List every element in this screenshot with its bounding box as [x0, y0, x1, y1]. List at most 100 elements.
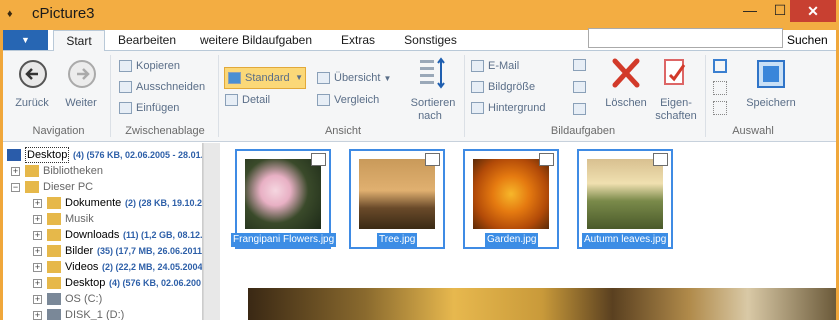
folder-icon	[47, 261, 61, 273]
tree-item-label: Dokumente	[65, 197, 122, 209]
tab-start[interactable]: Start	[53, 30, 105, 51]
folder-icon	[7, 149, 21, 161]
tree-item[interactable]: + Bilder (35) (17,7 MB, 26.06.2011	[3, 243, 202, 259]
select-all-icon[interactable]	[713, 59, 727, 73]
tab-extras[interactable]: Extras	[333, 30, 383, 51]
properties-icon	[664, 59, 686, 85]
folder-icon	[47, 197, 61, 209]
save-icon	[757, 60, 785, 88]
close-button[interactable]: ✕	[790, 0, 836, 22]
thumbnail[interactable]: Autumn leaves.jpg	[577, 149, 673, 249]
search-input[interactable]	[588, 28, 783, 48]
minimize-button[interactable]: —	[735, 0, 765, 22]
folder-icon	[47, 229, 61, 241]
tree-item[interactable]: + Downloads (11) (1,2 GB, 08.12.	[3, 227, 202, 243]
cut-button[interactable]: Ausschneiden	[119, 78, 205, 96]
folder-icon	[47, 245, 61, 257]
tree-item[interactable]: + Musik	[3, 211, 202, 227]
forward-button[interactable]: Weiter	[58, 55, 104, 121]
copy-label: Kopieren	[136, 60, 181, 72]
folder-icon	[47, 309, 61, 320]
print-icon[interactable]	[573, 59, 586, 71]
search-button[interactable]: Suchen	[787, 30, 828, 50]
tree-item[interactable]: + Videos (2) (22,2 MB, 24.05.2004	[3, 259, 203, 275]
tree-item-info: (2) (22,2 MB, 24.05.2004	[102, 262, 203, 272]
folder-tree[interactable]: Desktop (4) (576 KB, 02.06.2005 - 28.01. +…	[3, 143, 203, 320]
copy-icon	[119, 60, 132, 73]
tree-expander[interactable]: +	[33, 247, 42, 256]
tree-expander[interactable]: +	[33, 295, 42, 304]
email-button[interactable]: E-Mail	[471, 57, 519, 75]
image-size-button[interactable]: Bildgröße	[471, 78, 535, 96]
tree-expander[interactable]: −	[11, 183, 20, 192]
move-icon[interactable]	[573, 103, 586, 115]
forward-arrow-icon	[68, 60, 96, 88]
app-menu-icon[interactable]: ♦	[7, 8, 13, 20]
select-checkbox[interactable]	[425, 153, 440, 166]
sort-button[interactable]: Sortieren nach	[405, 55, 461, 122]
sort-label: Sortieren	[410, 97, 456, 109]
folder-icon	[47, 277, 61, 289]
overview-button[interactable]: Übersicht ▼	[317, 69, 391, 87]
tree-item-info: (4) (576 KB, 02.06.2005 - 28.01.	[73, 150, 203, 160]
tree-expander[interactable]: +	[33, 263, 42, 272]
tree-expander[interactable]: +	[33, 279, 42, 288]
chevron-down-icon: ▼	[295, 73, 303, 82]
select-checkbox[interactable]	[653, 153, 668, 166]
tree-item[interactable]: + Desktop (4) (576 KB, 02.06.200	[3, 275, 202, 291]
back-button[interactable]: Zurück	[9, 55, 55, 121]
file-menu-button[interactable]: ▼	[3, 30, 48, 50]
tree-item[interactable]: − Dieser PC	[3, 179, 202, 195]
background-button[interactable]: Hintergrund	[471, 99, 545, 117]
separator	[464, 55, 465, 137]
standard-view-button[interactable]: Standard ▼	[224, 67, 306, 89]
detail-view-button[interactable]: Detail	[225, 91, 270, 109]
tab-weitere-bildaufgaben[interactable]: weitere Bildaufgaben	[191, 30, 321, 51]
tree-item[interactable]: + Dokumente (2) (28 KB, 19.10.2	[3, 195, 202, 211]
tree-item-info: (4) (576 KB, 02.06.200	[109, 278, 202, 288]
delete-x-icon	[612, 58, 640, 88]
select-none-icon[interactable]	[713, 101, 727, 115]
tree-item-label: Bilder	[65, 245, 94, 257]
app-client: ▼ Start Bearbeiten weitere Bildaufgaben …	[3, 28, 836, 320]
select-grid-icon[interactable]	[713, 81, 727, 95]
thumbnail[interactable]: Frangipani Flowers.jpg	[231, 149, 337, 249]
save-button[interactable]: Speichern	[739, 55, 803, 121]
thumbnail-caption: Garden.jpg	[485, 233, 539, 247]
grid-icon	[317, 72, 330, 85]
email-label: E-Mail	[488, 60, 520, 72]
tree-expander[interactable]: +	[33, 231, 42, 240]
thumbnail-caption: Frangipani Flowers.jpg	[231, 233, 337, 247]
tree-item-label: Desktop	[65, 277, 106, 289]
tree-expander[interactable]: +	[33, 199, 42, 208]
thumbnail[interactable]: Tree.jpg	[349, 149, 445, 249]
tree-item[interactable]: + Bibliotheken	[3, 163, 202, 179]
detail-view-icon	[225, 94, 238, 107]
copy-button[interactable]: Kopieren	[119, 57, 180, 75]
tree-item-label: Musik	[65, 213, 94, 225]
ribbon: Zurück Weiter Navigation Kopieren Aussch…	[3, 50, 836, 142]
paste-button[interactable]: Einfügen	[119, 99, 179, 117]
select-checkbox[interactable]	[311, 153, 326, 166]
tree-scrollbar[interactable]	[203, 143, 220, 320]
tree-expander[interactable]: +	[33, 215, 42, 224]
tree-item[interactable]: + DISK_1 (D:)	[3, 307, 202, 320]
resize-icon	[471, 81, 484, 94]
tree-expander[interactable]: +	[11, 167, 20, 176]
properties-button[interactable]: Eigen- schaften	[653, 55, 699, 122]
select-checkbox[interactable]	[539, 153, 554, 166]
tab-bearbeiten[interactable]: Bearbeiten	[107, 30, 187, 51]
tree-item[interactable]: + OS (C:)	[3, 291, 202, 307]
delete-button[interactable]: Löschen	[603, 55, 649, 121]
save-label: Speichern	[746, 97, 796, 109]
tree-item[interactable]: Desktop (4) (576 KB, 02.06.2005 - 28.01.	[3, 147, 203, 163]
compare-button[interactable]: Vergleich	[317, 91, 379, 109]
tree-item-label: Desktop	[25, 147, 70, 163]
forward-label: Weiter	[65, 97, 97, 109]
properties-label-line2: schaften	[655, 110, 697, 122]
tab-sonstiges[interactable]: Sonstiges	[393, 30, 468, 51]
tree-expander[interactable]: +	[33, 311, 42, 320]
thumbnail[interactable]: Garden.jpg	[463, 149, 559, 249]
rename-icon[interactable]	[573, 81, 586, 93]
standard-label: Standard	[245, 72, 290, 84]
